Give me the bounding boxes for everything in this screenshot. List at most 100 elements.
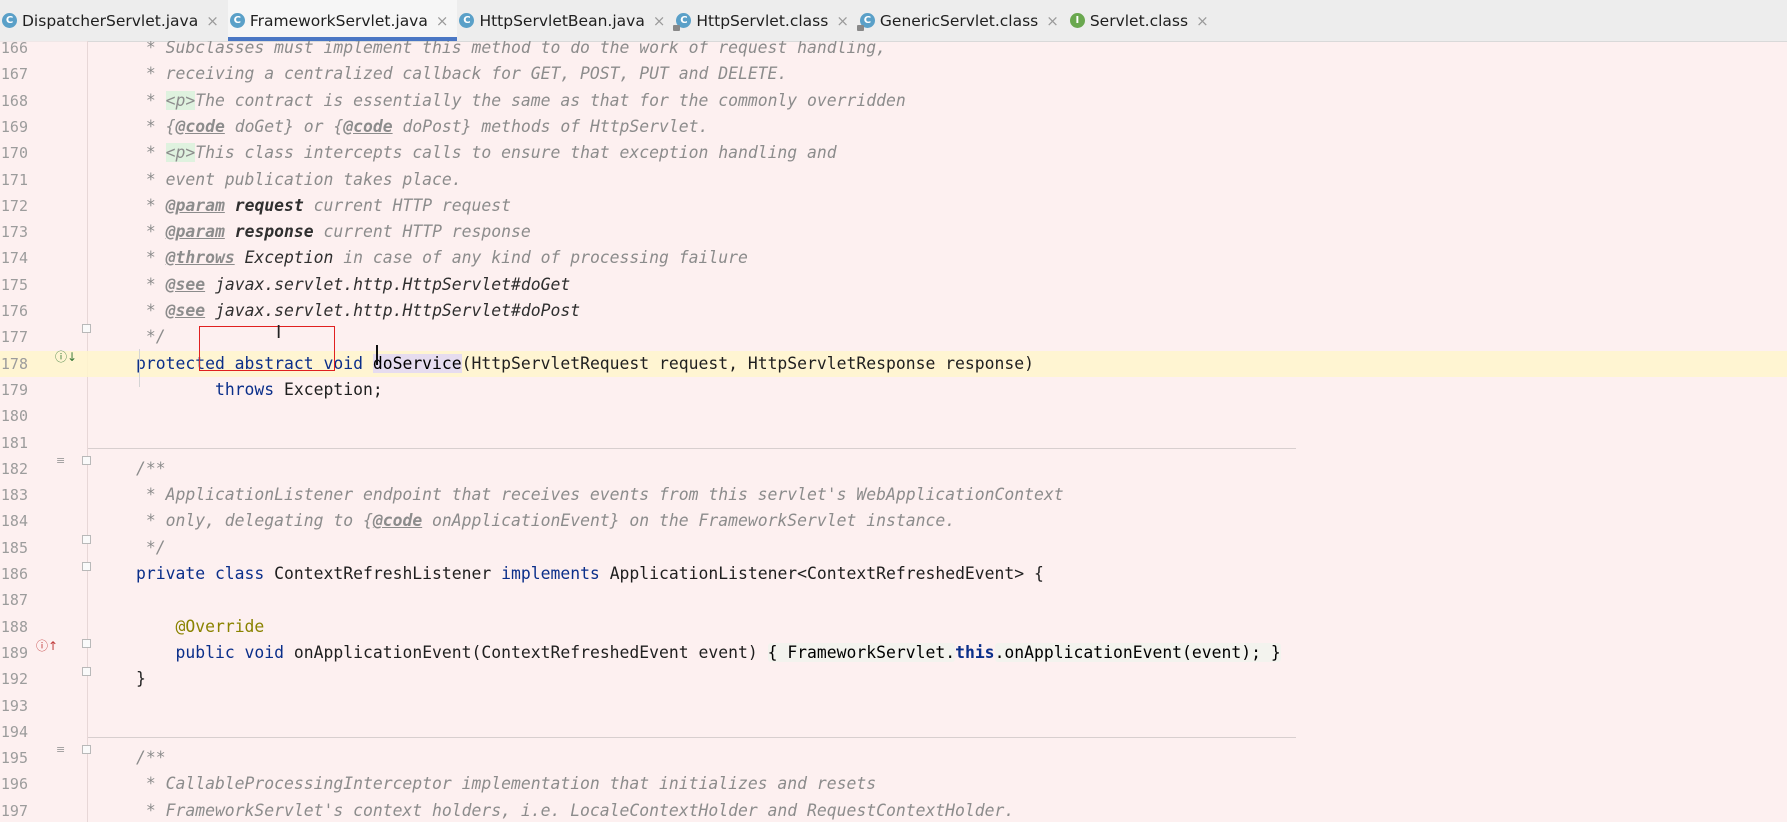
close-icon[interactable]: × [1196, 12, 1209, 30]
code-text: public void onApplicationEvent(ContextRe… [136, 640, 1281, 666]
tab-label: Servlet.class [1089, 11, 1189, 30]
code-token: * FrameworkServlet's context holders, i.… [136, 800, 1015, 820]
code-token: */ [136, 537, 166, 557]
code-line[interactable]: 181 [0, 430, 1787, 456]
fold-toggle-icon[interactable] [82, 745, 91, 754]
fold-toggle-icon[interactable] [82, 667, 91, 676]
code-line[interactable]: 176 * @see javax.servlet.http.HttpServle… [0, 298, 1787, 324]
code-line[interactable]: 167 * receiving a centralized callback f… [0, 61, 1787, 87]
code-line[interactable]: 170 * <p>This class intercepts calls to … [0, 140, 1787, 166]
line-number: 183 [0, 486, 28, 505]
code-line[interactable]: 189 public void onApplicationEvent(Conte… [0, 640, 1787, 666]
code-token: * CallableProcessingInterceptor implemen… [136, 774, 877, 794]
code-line[interactable]: 194 [0, 719, 1787, 745]
code-line[interactable]: 180 [0, 403, 1787, 429]
code-token: onApplicationEvent(ContextRefreshedEvent… [293, 642, 768, 662]
code-line[interactable]: 171 * event publication takes place. [0, 167, 1787, 193]
code-line[interactable]: 184 * only, delegating to {@code onAppli… [0, 508, 1787, 534]
lock-icon [673, 25, 681, 31]
editor-tab[interactable]: I Servlet.class × [1068, 0, 1218, 41]
line-number: 197 [0, 801, 28, 820]
class-icon-locked: C [856, 13, 875, 31]
code-token: @see [165, 274, 206, 294]
code-line[interactable]: 183 * ApplicationListener endpoint that … [0, 482, 1787, 508]
code-line[interactable]: 195 /** [0, 745, 1787, 771]
close-icon[interactable]: × [1046, 12, 1059, 30]
code-token: @code [343, 116, 393, 136]
editor-tab[interactable]: C HttpServletBean.java × [457, 0, 674, 41]
code-text: * FrameworkServlet's context holders, i.… [136, 798, 1014, 822]
code-token: @throws [165, 248, 235, 268]
code-line[interactable]: 179 throws Exception; [0, 377, 1787, 403]
implemented-down-arrow-icon[interactable]: ⓘ↓ [55, 348, 77, 365]
red-annotation-box [199, 326, 335, 371]
editor-tab[interactable]: C GenericServlet.class × [856, 0, 1068, 41]
code-text: private class ContextRefreshListener imp… [136, 561, 1044, 587]
line-number: 166 [0, 41, 28, 57]
fold-toggle-icon[interactable] [82, 535, 91, 544]
javadoc-render-icon[interactable]: ≡ [56, 455, 70, 466]
javadoc-render-icon[interactable]: ≡ [56, 744, 70, 755]
code-token: .onApplicationEvent(event); } [994, 642, 1281, 662]
close-icon[interactable]: × [836, 12, 849, 30]
code-text: * {@code doGet} or {@code doPost} method… [136, 114, 709, 140]
code-line[interactable]: 185 */ [0, 535, 1787, 561]
code-line[interactable]: 174 * @throws Exception in case of any k… [0, 245, 1787, 271]
editor-tab[interactable]: C FrameworkServlet.java × [227, 0, 458, 41]
line-number: 194 [0, 722, 28, 741]
fold-toggle-icon[interactable] [82, 562, 91, 571]
code-token: { FrameworkServlet. [767, 642, 956, 662]
code-token: (HttpServletRequest request, HttpServlet… [461, 353, 1034, 373]
override-up-arrow-icon[interactable]: ⓘ↑ [36, 637, 58, 654]
code-line[interactable]: 193 [0, 693, 1787, 719]
close-icon[interactable]: × [206, 12, 219, 30]
code-token: * { [136, 116, 176, 136]
editor-tab[interactable]: C DispatcherServlet.java × [0, 0, 228, 41]
line-number: 192 [0, 670, 28, 689]
lock-icon [856, 25, 864, 31]
line-number: 186 [0, 565, 28, 583]
fold-toggle-icon[interactable] [82, 324, 91, 333]
close-icon[interactable]: × [436, 12, 449, 30]
code-line[interactable]: 196 * CallableProcessingInterceptor impl… [0, 771, 1787, 797]
code-token: public void [175, 642, 294, 662]
fold-toggle-icon[interactable] [82, 456, 91, 465]
code-line[interactable]: 192} [0, 666, 1787, 692]
code-line[interactable]: 188 @Override [0, 614, 1787, 640]
code-editor[interactable]: 166 * Subclasses must implement this met… [0, 41, 1787, 822]
code-token: this [955, 642, 995, 662]
code-line[interactable]: 187 [0, 587, 1787, 613]
code-text: /** [136, 745, 166, 771]
line-number: 175 [0, 275, 28, 294]
code-line[interactable]: 175 * @see javax.servlet.http.HttpServle… [0, 272, 1787, 298]
code-line[interactable]: 173 * @param response current HTTP respo… [0, 219, 1787, 245]
code-line[interactable]: 182 /** [0, 456, 1787, 482]
line-number: 185 [0, 538, 28, 557]
code-line[interactable]: 186 private class ContextRefreshListener … [0, 561, 1787, 587]
code-token: * [136, 90, 166, 110]
close-icon[interactable]: × [653, 12, 666, 30]
code-line[interactable]: 168 * <p>The contract is essentially the… [0, 88, 1787, 114]
editor-tab[interactable]: C HttpServlet.class × [673, 0, 857, 41]
code-token: This class intercepts calls to ensure th… [195, 143, 837, 163]
fold-toggle-icon[interactable] [82, 639, 91, 648]
code-token: * receiving a centralized callback for G… [136, 64, 788, 84]
code-line[interactable]: 172 * @param request current HTTP reques… [0, 193, 1787, 219]
line-number: 169 [0, 117, 28, 136]
method-separator [88, 737, 1296, 738]
code-text: * ApplicationListener endpoint that rece… [136, 482, 1064, 508]
code-line[interactable]: 197 * FrameworkServlet's context holders… [0, 798, 1787, 822]
code-token: * [136, 274, 166, 294]
code-line[interactable]: 169 * {@code doGet} or {@code doPost} me… [0, 114, 1787, 140]
code-text: */ [136, 324, 166, 350]
line-number: 181 [0, 433, 28, 452]
code-token: request [234, 195, 304, 215]
code-text: /** [136, 456, 166, 482]
code-text: * CallableProcessingInterceptor implemen… [136, 771, 876, 797]
tab-label: DispatcherServlet.java [22, 11, 199, 30]
code-line[interactable]: 166 * Subclasses must implement this met… [0, 41, 1787, 61]
